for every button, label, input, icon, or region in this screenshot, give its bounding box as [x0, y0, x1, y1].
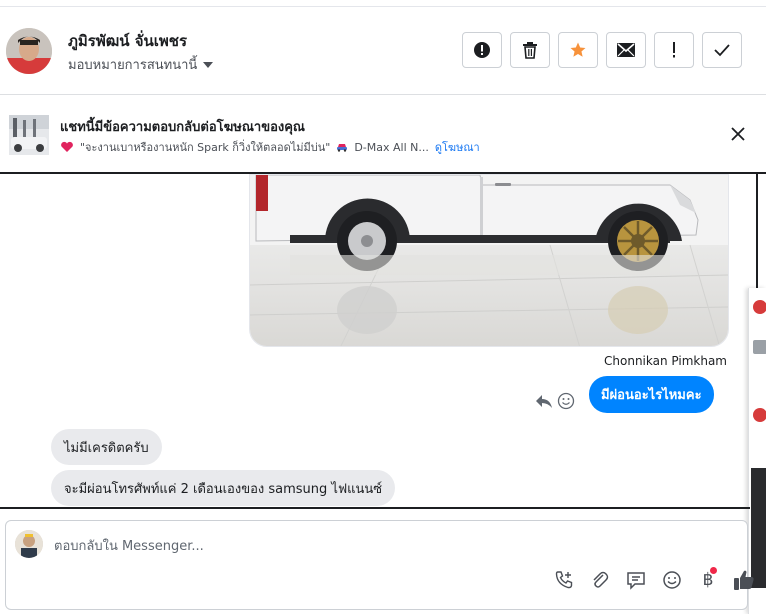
- reply-input[interactable]: [54, 535, 554, 557]
- heart-icon: [61, 141, 73, 152]
- reply-icon[interactable]: [535, 393, 553, 409]
- composer-toolbar: ฿: [546, 567, 762, 593]
- reply-composer: ฿: [5, 520, 754, 610]
- view-ad-link[interactable]: ดูโฆษณา: [435, 138, 480, 156]
- ad-banner-title: แชทนี้มีข้อความตอบกลับต่อโฆษณาของคุณ: [60, 120, 305, 135]
- avatar[interactable]: [753, 300, 766, 314]
- attach-button[interactable]: [582, 567, 618, 593]
- follow-up-button[interactable]: [654, 32, 694, 68]
- contact-name[interactable]: ภูมิรพัฒน์ จั่นเพชร: [68, 29, 187, 53]
- car-icon: [337, 144, 348, 152]
- report-button[interactable]: [462, 32, 502, 68]
- contact-avatar[interactable]: [6, 28, 52, 74]
- sender-name: Chonnikan Pimkham: [604, 354, 727, 368]
- ad-reply-banner: แชทนี้มีข้อความตอบกลับต่อโฆษณาของคุณ "จะ…: [0, 96, 766, 174]
- exclamation-icon: [673, 42, 675, 58]
- incoming-message[interactable]: ไม่มีเครดิตครับ: [51, 429, 162, 465]
- ad-description: "จะงานเบาหรืองานหนัก Spark ก็วิ่งให้ตลอด…: [60, 138, 480, 156]
- alert-circle-icon: [474, 42, 490, 58]
- assign-conversation-dropdown[interactable]: มอบหมายการสนทนานี้: [68, 54, 214, 75]
- divider: [0, 507, 750, 509]
- call-add-button[interactable]: [546, 567, 582, 593]
- notification-dot: [710, 567, 717, 574]
- call-add-icon: [555, 571, 573, 589]
- ad-thumbnail[interactable]: [9, 115, 49, 155]
- like-button[interactable]: [726, 567, 762, 593]
- saved-reply-button[interactable]: [618, 567, 654, 593]
- payment-button[interactable]: ฿: [690, 567, 726, 593]
- ad-thumbnail[interactable]: [753, 340, 766, 354]
- saved-reply-icon: [627, 572, 645, 590]
- message-thread[interactable]: Chonnikan Pimkham มีผ่อนอะไรไหมคะ ไม่มีเ…: [0, 174, 750, 508]
- mark-unread-button[interactable]: [606, 32, 646, 68]
- assign-label: มอบหมายการสนทนานี้: [68, 58, 198, 73]
- outgoing-message[interactable]: มีผ่อนอะไรไหมคะ: [589, 376, 714, 413]
- check-icon: [714, 44, 730, 57]
- star-icon: [570, 42, 586, 57]
- avatar[interactable]: [753, 408, 766, 422]
- delete-button[interactable]: [510, 32, 550, 68]
- emoji-button[interactable]: [654, 567, 690, 593]
- message-actions: [535, 392, 575, 410]
- paperclip-icon: [593, 571, 609, 588]
- emoji-react-icon[interactable]: [557, 392, 575, 410]
- page-avatar: [15, 530, 43, 558]
- thumbs-up-icon: [734, 570, 754, 590]
- star-button[interactable]: [558, 32, 598, 68]
- emoji-icon: [663, 571, 681, 589]
- ad-product: D-Max All N...: [354, 140, 429, 154]
- ad-text: "จะงานเบาหรืองานหนัก Spark ก็วิ่งให้ตลอด…: [80, 141, 331, 154]
- caret-down-icon: [203, 61, 214, 68]
- conversation-header: ภูมิรพัฒน์ จั่นเพชร มอบหมายการสนทนานี้: [0, 6, 766, 95]
- incoming-message[interactable]: จะมีผ่อนโทรศัพท์แค่ 2 เดือนเองของ samsun…: [51, 470, 396, 506]
- shared-photo[interactable]: [249, 174, 729, 347]
- envelope-icon: [617, 43, 635, 57]
- thread-scrollbar[interactable]: [756, 174, 766, 288]
- mark-done-button[interactable]: [702, 32, 742, 68]
- side-panel: [748, 288, 766, 614]
- trash-icon: [523, 42, 537, 59]
- close-icon[interactable]: [729, 125, 747, 143]
